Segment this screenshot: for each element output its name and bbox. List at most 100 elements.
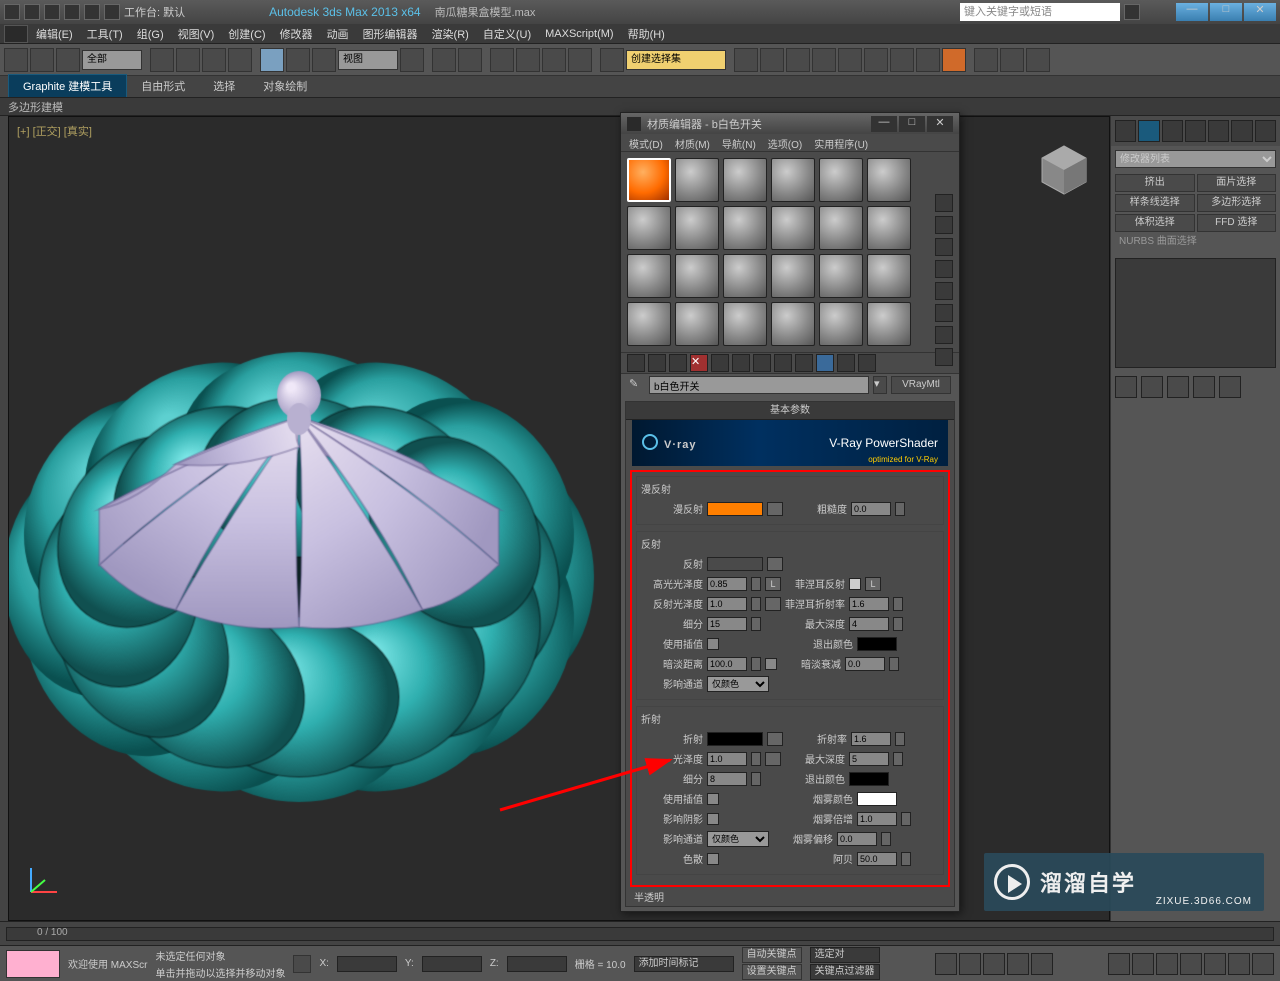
me-put-icon[interactable] [648, 354, 666, 372]
vp-fov-icon[interactable] [1180, 953, 1202, 975]
me-putlib-icon[interactable] [753, 354, 771, 372]
selset-dropdown[interactable]: 选定对 [810, 947, 880, 963]
next-frame-icon[interactable] [1007, 953, 1029, 975]
menu-modifier[interactable]: 修改器 [274, 24, 319, 44]
fogm-spinner[interactable] [901, 812, 911, 826]
diffuse-color-swatch[interactable] [707, 502, 763, 516]
roughness-spinner[interactable] [895, 502, 905, 516]
me-showend-icon[interactable] [816, 354, 834, 372]
prev-frame-icon[interactable] [959, 953, 981, 975]
refract-map-button[interactable] [767, 732, 783, 746]
mod-btn-splinesel[interactable]: 样条线选择 [1115, 194, 1195, 212]
spinner-icon[interactable] [568, 48, 592, 72]
me-max-button[interactable]: □ [899, 116, 925, 132]
refl-interp-checkbox[interactable] [707, 638, 719, 650]
psnap-icon[interactable] [542, 48, 566, 72]
me-preview-icon[interactable] [935, 326, 953, 344]
reflect-map-button[interactable] [767, 557, 783, 571]
disp-checkbox[interactable] [707, 853, 719, 865]
minimize-button[interactable]: — [1176, 3, 1208, 21]
pin-stack-icon[interactable] [1115, 376, 1137, 398]
hierarchy-tab-icon[interactable] [1162, 120, 1183, 142]
me-reset-icon[interactable]: ✕ [690, 354, 708, 372]
new-icon[interactable] [24, 4, 40, 20]
menu-help[interactable]: 帮助(H) [622, 24, 671, 44]
timeline[interactable] [0, 921, 1280, 945]
rgloss-map-button[interactable] [765, 597, 781, 611]
keymode-icon[interactable] [458, 48, 482, 72]
menu-group[interactable]: 组(G) [131, 24, 170, 44]
modifier-stack[interactable] [1115, 258, 1276, 368]
menu-render[interactable]: 渲染(R) [426, 24, 475, 44]
mod-btn-facesel[interactable]: 面片选择 [1197, 174, 1277, 192]
move-icon[interactable] [260, 48, 284, 72]
refl-exit-swatch[interactable] [857, 637, 897, 651]
scale-icon[interactable] [312, 48, 336, 72]
material-editor-window[interactable]: 材质编辑器 - b白色开关 — □ ✕ 模式(D) 材质(M) 导航(N) 选项… [620, 112, 960, 912]
bind-icon[interactable] [56, 48, 80, 72]
menu-edit[interactable]: 编辑(E) [30, 24, 79, 44]
refr-gloss-spinner[interactable] [751, 752, 761, 766]
create-tab-icon[interactable] [1115, 120, 1136, 142]
fogb-value[interactable]: 0.0 [837, 832, 877, 846]
roughness-value[interactable]: 0.0 [851, 502, 891, 516]
me-menu-material[interactable]: 材质(M) [671, 134, 714, 151]
editnamed-icon[interactable] [600, 48, 624, 72]
fior-spinner[interactable] [893, 597, 903, 611]
fior-value[interactable]: 1.6 [849, 597, 889, 611]
refl-affect-dropdown[interactable]: 仅颜色 [707, 676, 769, 692]
modifier-list-dropdown[interactable]: 修改器列表 [1115, 150, 1276, 168]
menu-customize[interactable]: 自定义(U) [477, 24, 537, 44]
mat-slot-21[interactable] [723, 302, 767, 346]
display-tab-icon[interactable] [1208, 120, 1229, 142]
refr-shadow-checkbox[interactable] [707, 813, 719, 825]
mat-slot-22[interactable] [771, 302, 815, 346]
maximize-button[interactable]: □ [1210, 3, 1242, 21]
reflect-color-swatch[interactable] [707, 557, 763, 571]
vp-maximize-icon[interactable] [1252, 953, 1274, 975]
mat-slot-3[interactable] [723, 158, 767, 202]
mat-slot-19[interactable] [627, 302, 671, 346]
menu-create[interactable]: 创建(C) [222, 24, 271, 44]
dimfall-spinner[interactable] [889, 657, 899, 671]
ior-value[interactable]: 1.6 [851, 732, 891, 746]
material-name-input[interactable] [649, 376, 869, 394]
teapot1-icon[interactable] [974, 48, 998, 72]
refr-maxd-spinner[interactable] [893, 752, 903, 766]
lock-icon[interactable] [293, 955, 311, 973]
vp-orbit-icon[interactable] [1228, 953, 1250, 975]
menu-tools[interactable]: 工具(T) [81, 24, 129, 44]
rendered-frame-icon[interactable] [916, 48, 940, 72]
mat-slot-10[interactable] [771, 206, 815, 250]
dimdist-value[interactable]: 100.0 [707, 657, 747, 671]
me-effect-icon[interactable] [774, 354, 792, 372]
asnap-icon[interactable] [516, 48, 540, 72]
goto-start-icon[interactable] [935, 953, 957, 975]
mat-slot-8[interactable] [675, 206, 719, 250]
eyedropper-icon[interactable]: ✎ [629, 377, 645, 393]
name-dropdown-icon[interactable]: ▾ [873, 376, 887, 394]
matedit-icon[interactable] [864, 48, 888, 72]
mat-slot-11[interactable] [819, 206, 863, 250]
rect-select-icon[interactable] [202, 48, 226, 72]
refr-subdiv-spinner[interactable] [751, 772, 761, 786]
autokey-button[interactable]: 自动关键点 [742, 947, 802, 963]
mateditor-titlebar[interactable]: 材质编辑器 - b白色开关 — □ ✕ [621, 113, 959, 134]
time-tag-field[interactable]: 添加时间标记 [634, 956, 734, 972]
mat-slot-5[interactable] [819, 158, 863, 202]
refr-interp-checkbox[interactable] [707, 793, 719, 805]
me-makeuniq-icon[interactable] [732, 354, 750, 372]
render-icon[interactable] [942, 48, 966, 72]
refr-gloss-value[interactable]: 1.0 [707, 752, 747, 766]
unlink-icon[interactable] [30, 48, 54, 72]
mod-btn-polysel[interactable]: 多边形选择 [1197, 194, 1277, 212]
dimfall-value[interactable]: 0.0 [845, 657, 885, 671]
me-options-icon[interactable] [935, 304, 953, 322]
vp-zoom-icon[interactable] [1108, 953, 1130, 975]
curve-icon[interactable] [812, 48, 836, 72]
me-menu-nav[interactable]: 导航(N) [718, 134, 760, 151]
mat-slot-17[interactable] [819, 254, 863, 298]
me-showmap-icon[interactable] [795, 354, 813, 372]
link-icon[interactable] [4, 48, 28, 72]
menu-maxscript[interactable]: MAXScript(M) [539, 26, 619, 42]
